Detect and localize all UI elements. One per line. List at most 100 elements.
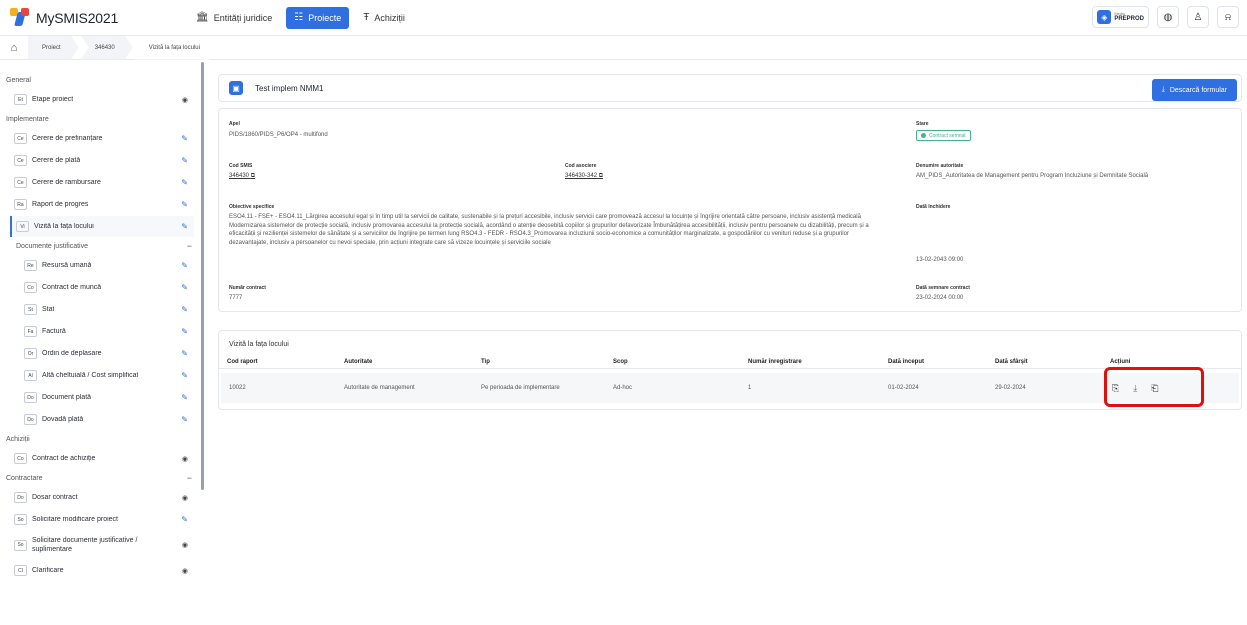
cod-asociere-value: 346430-342: [565, 173, 598, 179]
edit-icon[interactable]: ✎: [181, 178, 188, 187]
eye-icon[interactable]: ◉: [182, 541, 188, 549]
edit-icon[interactable]: ✎: [181, 349, 188, 358]
edit-icon[interactable]: ✎: [181, 134, 188, 143]
user-button[interactable]: ♙: [1187, 6, 1209, 28]
edit-icon[interactable]: ✎: [181, 261, 188, 270]
sidebar-item-solicitare-documente[interactable]: So Solicitare documente justificative / s…: [10, 531, 194, 559]
eye-icon[interactable]: ◉: [182, 455, 188, 463]
breadcrumb-item: Vizită la fața locului: [135, 36, 218, 60]
edit-icon[interactable]: ✎: [181, 371, 188, 380]
semnare-label: Dată semnare contract: [916, 285, 970, 291]
nav-label: Achiziții: [374, 12, 405, 23]
nav-achizitii[interactable]: Ŧ Achiziții: [355, 7, 413, 29]
home-button[interactable]: ⌂: [0, 42, 28, 54]
sidebar-item-label: Solicitare documente justificative / sup…: [32, 536, 138, 553]
app-logo[interactable]: MySMIS2021: [10, 7, 150, 28]
sidebar-item-label: Document plată: [42, 394, 92, 401]
sidebar-section-achizitii: Achiziții: [0, 431, 204, 447]
notifications-button[interactable]: ⍾: [1217, 6, 1239, 28]
cod-smis-link[interactable]: 346430 ⧉: [229, 172, 255, 181]
item-abbrev: Ra: [14, 199, 27, 210]
sidebar-section-documente[interactable]: Documente justificative −: [0, 238, 204, 254]
obiective-value: ESO4.11 - FSE+ - ESO4.11_Lărgirea accesu…: [229, 214, 869, 247]
sidebar-section-contractare[interactable]: Contractare −: [0, 470, 204, 486]
collapse-icon[interactable]: −: [187, 473, 192, 483]
sidebar-item-cerere-plata[interactable]: Ce Cerere de plată ✎: [10, 150, 194, 171]
edit-icon[interactable]: ✎: [181, 283, 188, 292]
cod-asociere-link[interactable]: 346430-342 ⧉: [565, 172, 603, 181]
edit-icon[interactable]: ✎: [181, 327, 188, 336]
sidebar-item-contract-munca[interactable]: Co Contract de muncă ✎: [20, 277, 194, 298]
col-scop: Scop: [613, 358, 628, 365]
item-abbrev: Ce: [14, 133, 27, 144]
edit-icon[interactable]: ✎: [181, 393, 188, 402]
edit-icon[interactable]: ✎: [181, 156, 188, 165]
item-abbrev: Or: [24, 348, 37, 359]
item-abbrev: So: [14, 539, 27, 551]
sidebar-item-solicitare-modificare[interactable]: So Solicitare modificare proiect ✎: [10, 509, 194, 530]
actions-highlight: [1104, 367, 1204, 407]
edit-icon[interactable]: ✎: [181, 515, 188, 524]
eye-icon[interactable]: ◉: [182, 96, 188, 104]
acquisitions-icon: Ŧ: [363, 11, 370, 23]
breadcrumb-item[interactable]: 346430: [81, 36, 133, 60]
sidebar-item-cerere-prefinantare[interactable]: Ce Cerere de prefinanțare ✎: [10, 128, 194, 149]
environment-selector[interactable]: ◈ Mediu PREPROD: [1092, 6, 1149, 28]
home-icon: ⌂: [10, 41, 18, 54]
copy-icon[interactable]: ⧉: [599, 173, 603, 179]
sidebar-item-label: Stat: [42, 306, 55, 313]
sidebar-item-etape-proiect[interactable]: Et Etape proiect ◉: [10, 89, 194, 110]
sidebar-item-dosar-contract[interactable]: Do Dosar contract ◉: [10, 487, 194, 508]
apel-value: PIDS/1860/PIDS_P6/OP4 - multifond: [229, 132, 328, 138]
palette-button[interactable]: ◍: [1157, 6, 1179, 28]
edit-icon[interactable]: ✎: [181, 200, 188, 209]
table-row[interactable]: 10022 Autoritate de management Pe perioa…: [221, 373, 1239, 403]
sidebar-section-implementare: Implementare: [0, 111, 204, 127]
col-numar-inregistrare: Număr înregistrare: [748, 358, 802, 365]
nr-contract-value: 7777: [229, 295, 243, 301]
sidebar-item-clarificare[interactable]: Cl Clarificare ◉: [10, 560, 194, 581]
item-abbrev: Re: [24, 260, 37, 271]
sidebar-item-label: Vizită la fața locului: [34, 223, 94, 230]
copy-icon[interactable]: ⧉: [251, 173, 255, 179]
sidebar-item-vizita-fata-locului[interactable]: Vi Vizită la fața locului ✎: [10, 216, 194, 237]
download-label: Descarcă formular: [1169, 86, 1227, 94]
sidebar-item-label: Cerere de plată: [32, 157, 81, 164]
sidebar-item-label: Contract de muncă: [42, 284, 102, 291]
eye-icon[interactable]: ◉: [182, 494, 188, 502]
project-details: ▣ Test implem NMM1 ⤓ Descarcă formular A…: [218, 74, 1242, 312]
top-bar: MySMIS2021 🏛 Entități juridice ☷ Proiect…: [0, 0, 1247, 36]
sidebar-item-factura[interactable]: Fa Factură ✎: [20, 321, 194, 342]
sidebar-item-alta-cheltuiala[interactable]: Al Altă cheltuială / Cost simplificat ✎: [20, 365, 194, 386]
sidebar-item-label: Cerere de rambursare: [32, 179, 101, 186]
table-header: Cod raport Autoritate Tip Scop Număr înr…: [219, 355, 1241, 369]
download-form-button[interactable]: ⤓ Descarcă formular: [1151, 79, 1237, 101]
sidebar: General Et Etape proiect ◉ Implementare …: [0, 60, 204, 625]
breadcrumb-item[interactable]: Proiect: [28, 36, 79, 60]
edit-icon[interactable]: ✎: [181, 222, 188, 231]
section-title: General: [6, 76, 31, 84]
item-abbrev: Do: [24, 392, 37, 403]
sidebar-item-dovada-plata[interactable]: Do Dovadă plată ✎: [20, 409, 194, 430]
sidebar-scrollbar[interactable]: [201, 62, 204, 490]
sidebar-item-label: Factură: [42, 328, 66, 335]
item-abbrev: Cl: [14, 565, 27, 576]
nav-proiecte[interactable]: ☷ Proiecte: [286, 6, 350, 29]
sidebar-item-ordin-deplasare[interactable]: Or Ordin de deplasare ✎: [20, 343, 194, 364]
sidebar-item-raport-progres[interactable]: Ra Raport de progres ✎: [10, 194, 194, 215]
item-abbrev: Ce: [14, 177, 27, 188]
visits-title: Vizită la fața locului: [229, 341, 289, 348]
eye-icon[interactable]: ◉: [182, 567, 188, 575]
status-badge: Contract semnat: [916, 130, 971, 141]
item-abbrev: Co: [14, 453, 27, 464]
edit-icon[interactable]: ✎: [181, 305, 188, 314]
cell-data-inceput: 01-02-2024: [888, 385, 919, 391]
sidebar-item-contract-achizitie[interactable]: Co Contract de achiziție ◉: [10, 448, 194, 469]
sidebar-item-cerere-rambursare[interactable]: Ce Cerere de rambursare ✎: [10, 172, 194, 193]
collapse-icon[interactable]: −: [187, 241, 192, 251]
sidebar-item-document-plata[interactable]: Do Document plată ✎: [20, 387, 194, 408]
sidebar-item-resursa-umana[interactable]: Re Resursă umană ✎: [20, 255, 194, 276]
edit-icon[interactable]: ✎: [181, 415, 188, 424]
sidebar-item-stat[interactable]: St Stat ✎: [20, 299, 194, 320]
nav-entitati-juridice[interactable]: 🏛 Entități juridice: [188, 7, 280, 29]
